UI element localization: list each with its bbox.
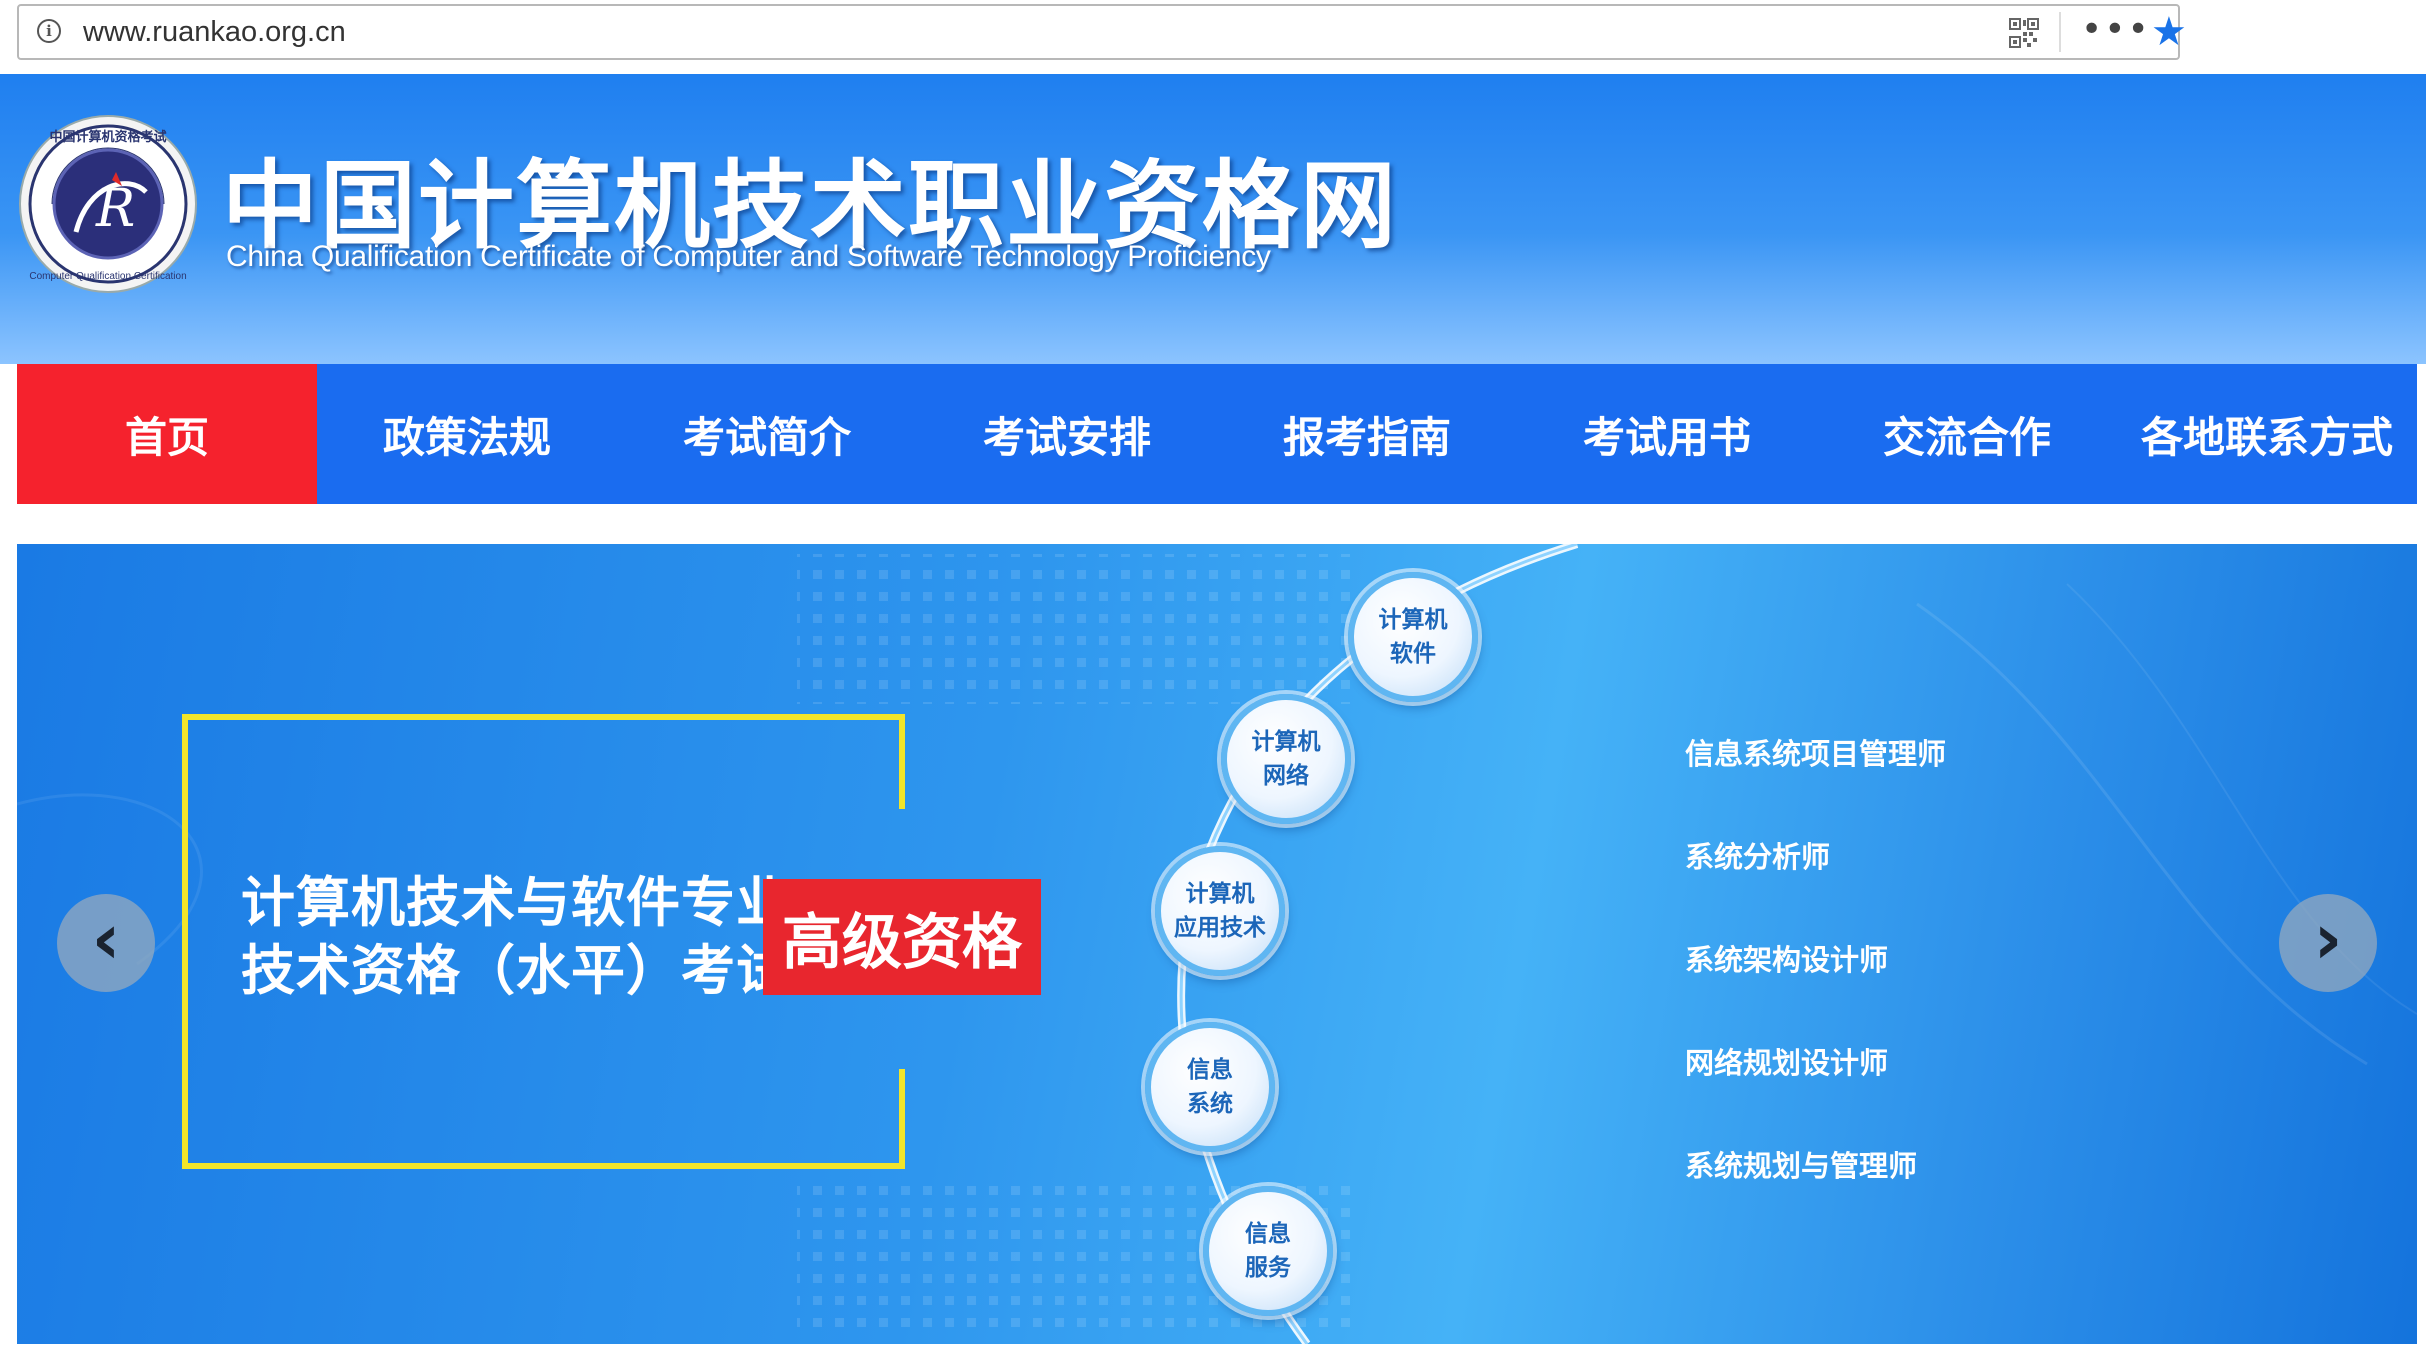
track-node-line1: 计算机: [1251, 729, 1321, 755]
chevron-right-icon: ›: [2313, 898, 2343, 980]
cert-item[interactable]: 网络规划设计师: [1685, 1043, 1946, 1146]
svg-text:中国计算机资格考试: 中国计算机资格考试: [49, 129, 166, 145]
info-icon[interactable]: i: [37, 19, 61, 43]
track-node-computer-software[interactable]: 计算机 软件: [1348, 572, 1478, 702]
address-bar[interactable]: i www.ruankao.org.cn ••• ★: [17, 4, 2187, 60]
more-options-icon[interactable]: •••: [2081, 8, 2151, 52]
nav-item-cooperation[interactable]: 交流合作: [1817, 364, 2117, 504]
svg-text:R: R: [95, 179, 135, 239]
bookmark-star-icon[interactable]: ★: [2151, 10, 2187, 54]
qr-code-icon[interactable]: [2009, 18, 2039, 48]
track-node-line1: 信息: [1245, 1221, 1291, 1247]
nav-item-exam-intro[interactable]: 考试简介: [617, 364, 917, 504]
nav-item-home[interactable]: 首页: [17, 364, 317, 504]
track-node-line1: 计算机: [1378, 607, 1448, 633]
nav-item-exam-books[interactable]: 考试用书: [1517, 364, 1817, 504]
cert-item[interactable]: 系统架构设计师: [1685, 940, 1946, 1043]
nav-item-registration-guide[interactable]: 报考指南: [1217, 364, 1517, 504]
track-node-line2: 网络: [1263, 763, 1309, 789]
site-subtitle: China Qualification Certificate of Compu…: [226, 240, 1271, 273]
nav-item-local-contacts[interactable]: 各地联系方式: [2117, 364, 2417, 504]
chevron-left-icon: ‹: [91, 898, 121, 980]
track-node-information-service[interactable]: 信息 服务: [1203, 1186, 1333, 1316]
cert-item[interactable]: 信息系统项目管理师: [1685, 734, 1946, 837]
svg-text:Computer Qualification Certifi: Computer Qualification Certification: [29, 271, 186, 282]
track-node-line2: 服务: [1245, 1255, 1291, 1281]
track-node-computer-application[interactable]: 计算机 应用技术: [1155, 846, 1285, 976]
main-nav: 首页 政策法规 考试简介 考试安排 报考指南 考试用书 交流合作 各地联系方式: [17, 364, 2417, 504]
nav-item-exam-schedule[interactable]: 考试安排: [917, 364, 1217, 504]
carousel-next-button[interactable]: ›: [2279, 894, 2377, 992]
track-node-computer-network[interactable]: 计算机 网络: [1221, 694, 1351, 824]
nav-item-policy[interactable]: 政策法规: [317, 364, 617, 504]
url-text[interactable]: www.ruankao.org.cn: [83, 16, 346, 49]
track-node-information-system[interactable]: 信息 系统: [1145, 1022, 1275, 1152]
cert-item[interactable]: 系统分析师: [1685, 837, 1946, 940]
track-node-line2: 软件: [1390, 641, 1436, 667]
carousel-prev-button[interactable]: ‹: [57, 894, 155, 992]
cert-item[interactable]: 系统规划与管理师: [1685, 1146, 1946, 1249]
cert-list: 信息系统项目管理师 系统分析师 系统架构设计师 网络规划设计师 系统规划与管理师: [1685, 734, 1946, 1249]
track-node-line2: 应用技术: [1174, 915, 1266, 941]
site-logo[interactable]: R 中国计算机资格考试 Computer Qualification Certi…: [18, 114, 198, 294]
track-node-line1: 信息: [1187, 1057, 1233, 1083]
site-header: R 中国计算机资格考试 Computer Qualification Certi…: [0, 74, 2426, 364]
track-node-line2: 系统: [1187, 1091, 1233, 1117]
track-node-line1: 计算机: [1185, 881, 1255, 907]
address-bar-divider: [2059, 12, 2061, 52]
hero-carousel[interactable]: 计算机技术与软件专业 技术资格（水平）考试 高级资格 计算机 软件 计算机 网络…: [17, 544, 2417, 1344]
